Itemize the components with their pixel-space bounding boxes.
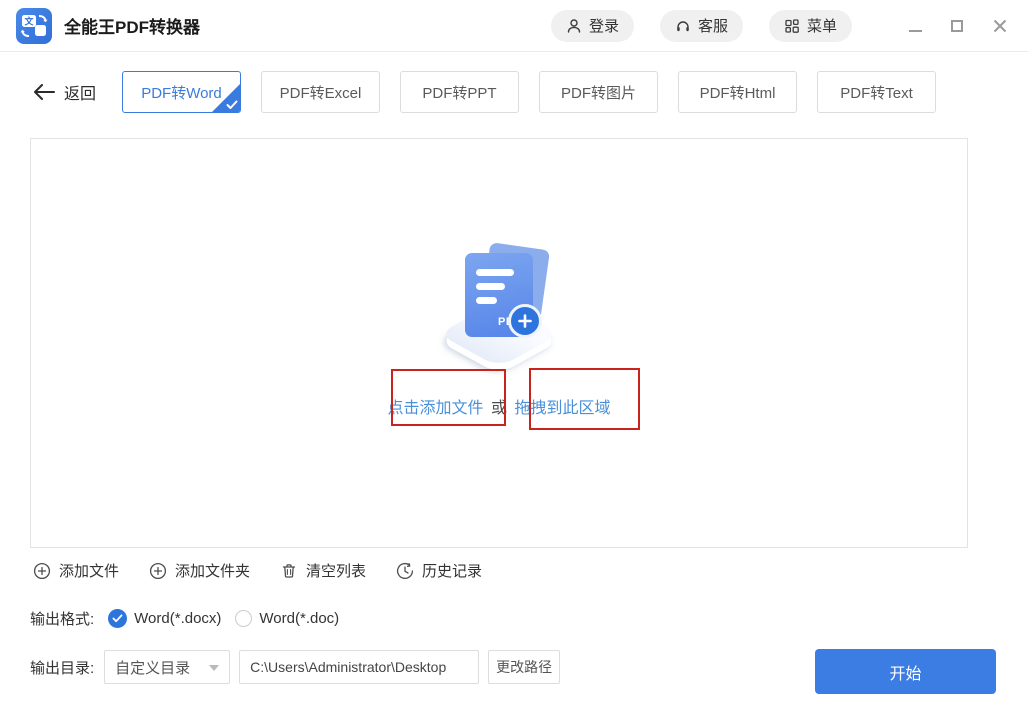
radio-unselected-icon [235, 610, 253, 627]
tab-pdf-to-image[interactable]: PDF转图片 [539, 71, 658, 113]
support-button[interactable]: 客服 [659, 9, 743, 42]
output-format-row: 输出格式: Word(*.docx) Word(*.doc) [30, 608, 339, 629]
list-toolbar: 添加文件 添加文件夹 清空列表 历史记录 [33, 560, 482, 581]
check-icon [226, 100, 238, 109]
back-button[interactable]: 返回 [33, 80, 122, 104]
add-plus-icon [508, 304, 542, 338]
output-directory-row: 输出目录: 自定义目录 更改路径 [30, 650, 561, 684]
menu-label: 菜单 [806, 18, 837, 35]
change-path-button[interactable]: 更改路径 [488, 650, 561, 684]
title-bar: 文 全能王PDF转换器 登录 客服 菜单 [0, 0, 1028, 52]
add-file-button[interactable]: 添加文件 [33, 560, 119, 581]
user-icon [567, 18, 581, 33]
tab-pdf-to-excel[interactable]: PDF转Excel [261, 71, 380, 113]
pdf-add-illustration: PDF [419, 242, 579, 378]
start-button[interactable]: 开始 [815, 649, 996, 694]
output-path-input[interactable] [239, 650, 480, 684]
tab-pdf-to-word[interactable]: PDF转Word [122, 71, 241, 113]
radio-selected-icon [108, 609, 128, 628]
support-label: 客服 [697, 18, 728, 35]
back-arrow-icon [34, 84, 55, 100]
close-icon [993, 19, 1007, 32]
file-drop-zone[interactable]: PDF 点击添加文件 或 拖拽到此区域 [30, 138, 968, 548]
output-format-label: 输出格式: [30, 611, 95, 628]
pdf-converter-window: 文 全能王PDF转换器 登录 客服 菜单 返回 PDF转Word PDF转Exc… [0, 0, 1028, 724]
highlight-box-drag-area [529, 368, 640, 430]
conversion-tabs-row: 返回 PDF转Word PDF转Excel PDF转PPT PDF转图片 PDF… [33, 70, 998, 114]
close-button[interactable] [992, 18, 1008, 34]
grid-menu-icon [785, 18, 799, 33]
minimize-button[interactable] [908, 18, 924, 34]
menu-button[interactable]: 菜单 [768, 9, 852, 42]
history-clock-icon [397, 562, 414, 579]
maximize-button[interactable] [950, 18, 966, 34]
headset-icon [677, 20, 689, 31]
login-label: 登录 [588, 18, 619, 35]
app-title: 全能王PDF转换器 [64, 18, 200, 37]
back-label: 返回 [64, 86, 97, 103]
highlight-box-click-add [391, 369, 506, 426]
radio-word-doc[interactable]: Word(*.doc) [235, 610, 339, 627]
app-logo-icon: 文 [16, 7, 52, 44]
add-folder-button[interactable]: 添加文件夹 [149, 560, 250, 581]
directory-mode-select[interactable]: 自定义目录 [104, 650, 231, 684]
chevron-down-icon [209, 665, 220, 671]
circle-plus-icon [33, 562, 51, 579]
history-button[interactable]: 历史记录 [396, 560, 482, 581]
radio-word-docx[interactable]: Word(*.docx) [108, 609, 221, 628]
login-button[interactable]: 登录 [550, 9, 634, 42]
tab-pdf-to-text[interactable]: PDF转Text [817, 71, 936, 113]
output-dir-label: 输出目录: [30, 659, 95, 677]
tab-pdf-to-ppt[interactable]: PDF转PPT [400, 71, 519, 113]
clear-list-button[interactable]: 清空列表 [280, 560, 366, 581]
tab-pdf-to-html[interactable]: PDF转Html [678, 71, 797, 113]
logo-glyph: 文 [23, 15, 34, 26]
trash-icon [282, 563, 296, 578]
circle-plus-icon [149, 562, 167, 579]
